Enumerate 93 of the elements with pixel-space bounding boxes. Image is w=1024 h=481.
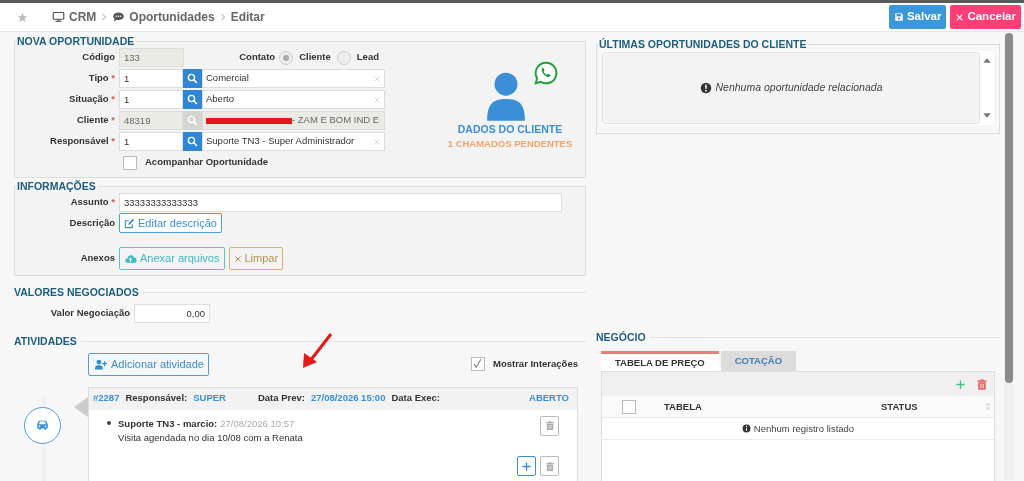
field-label: Data Exec: (391, 391, 440, 406)
trash-icon (544, 460, 555, 472)
column-header[interactable]: STATUS (881, 399, 984, 414)
plus-icon (521, 460, 532, 472)
input-field[interactable]: 1 (119, 69, 183, 89)
search-button[interactable] (183, 132, 202, 152)
bullet-icon (107, 420, 111, 425)
checkbox[interactable] (123, 155, 137, 170)
clear-icon[interactable] (373, 137, 381, 146)
empty-message: Nenhum registro listado (753, 421, 855, 436)
field-label: Anexos (79, 251, 116, 266)
status-text: ABERTO (529, 391, 569, 406)
input-field[interactable]: 1 (119, 132, 183, 152)
breadcrumb-link[interactable]: CRM (69, 8, 97, 26)
field-value: 27/08/2026 15:00 (310, 391, 386, 406)
field-label: Tipo * (87, 71, 116, 86)
tab[interactable]: TABELA DE PREÇO (601, 351, 719, 372)
delete-button[interactable] (540, 415, 559, 436)
search-icon (187, 94, 198, 106)
field-label: Contato (239, 50, 276, 65)
section-title: NEGÓCIO (596, 329, 646, 345)
search-icon (187, 115, 198, 127)
scroll-down-icon[interactable] (982, 110, 992, 120)
field-label: Descrição (68, 216, 116, 231)
checkbox-label[interactable]: Mostrar Interações (493, 356, 578, 372)
edit-icon (124, 217, 135, 229)
field-label: Assunto * (69, 194, 116, 209)
clear-icon[interactable] (373, 74, 381, 83)
section-title: ÚLTIMAS OPORTUNIDADES DO CLIENTE (598, 39, 808, 51)
chat-icon (112, 11, 126, 23)
chevron-icon (218, 12, 227, 22)
search-button[interactable] (183, 90, 202, 110)
field-label: Cliente * (75, 113, 116, 128)
alert-icon (699, 81, 712, 94)
add-button[interactable] (517, 456, 536, 477)
plus-icon (955, 378, 966, 390)
author-name: Suporte TN3 - marcio: (118, 417, 218, 429)
input-field[interactable]: 0,00 (134, 303, 210, 323)
input-field[interactable]: 1 (119, 90, 183, 110)
whatsapp-icon[interactable] (533, 59, 559, 86)
search-button[interactable] (183, 69, 202, 89)
cloud-upload-icon (124, 252, 137, 265)
field-label: Situação * (68, 92, 116, 107)
lookup-field[interactable]: Aberto (202, 90, 385, 110)
chevron-icon (100, 12, 109, 22)
floppy-icon (893, 12, 904, 22)
field-label: Código (81, 50, 116, 65)
delete-button[interactable] (976, 377, 988, 391)
trash-icon (976, 377, 988, 391)
radio-label[interactable]: Lead (356, 50, 379, 65)
clear-icon[interactable] (373, 95, 381, 104)
user-plus-icon (93, 357, 108, 371)
star-icon[interactable] (17, 11, 28, 23)
checkbox[interactable] (471, 357, 485, 372)
breadcrumb-link[interactable]: Oportunidades (129, 8, 215, 26)
checkbox-label[interactable]: Acompanhar Oportunidade (145, 155, 268, 170)
monitor-icon (52, 11, 65, 23)
input-field[interactable]: 133 (119, 48, 184, 68)
timestamp: 27/08/2026 10:57 (220, 417, 295, 429)
checkbox[interactable] (622, 399, 636, 414)
field-value: SUPER (193, 391, 226, 406)
column-header[interactable]: TABELA (664, 399, 881, 414)
radio-label[interactable]: Cliente (299, 50, 331, 65)
car-icon (35, 418, 50, 433)
field-label: Data Prev: (257, 391, 305, 406)
interaction-text: Visita agendada no dia 10/08 com a Renata (118, 430, 303, 445)
delete-button[interactable] (540, 456, 559, 477)
trash-icon (544, 420, 555, 432)
lookup-field[interactable]: Comercial (202, 69, 385, 89)
section-title: VALORES NEGOCIADOS (14, 285, 139, 301)
scrollbar[interactable] (1004, 33, 1014, 480)
add-button[interactable] (955, 378, 966, 390)
field-label: Valor Negociação (49, 306, 131, 321)
check-icon (472, 358, 484, 371)
input-field[interactable]: 33333333333333 (119, 192, 562, 212)
breadcrumb-current: Editar (230, 9, 265, 26)
search-icon (187, 136, 198, 148)
section-title: ATIVIDADES (14, 333, 77, 349)
lookup-field[interactable]: Suporte TN3 - Super Administrador (202, 132, 385, 152)
section-title: INFORMAÇÕES (16, 180, 97, 193)
info-icon (741, 424, 751, 434)
radio-button[interactable] (336, 50, 351, 65)
field-label: Responsável: (125, 391, 188, 406)
field-label: Responsável * (49, 134, 116, 149)
annotation-arrow (300, 331, 334, 370)
search-icon (187, 73, 198, 85)
section-title: NOVA OPORTUNIDADE (16, 36, 136, 48)
close-icon (233, 254, 242, 263)
empty-message: Nenhuma oportunidade relacionada (715, 79, 883, 95)
close-icon (955, 12, 965, 22)
pending-tickets-text: 1 CHAMADOS PENDENTES (447, 137, 573, 152)
edit-description-button[interactable]: Editar descrição (119, 213, 222, 234)
radio-button[interactable] (279, 50, 294, 65)
